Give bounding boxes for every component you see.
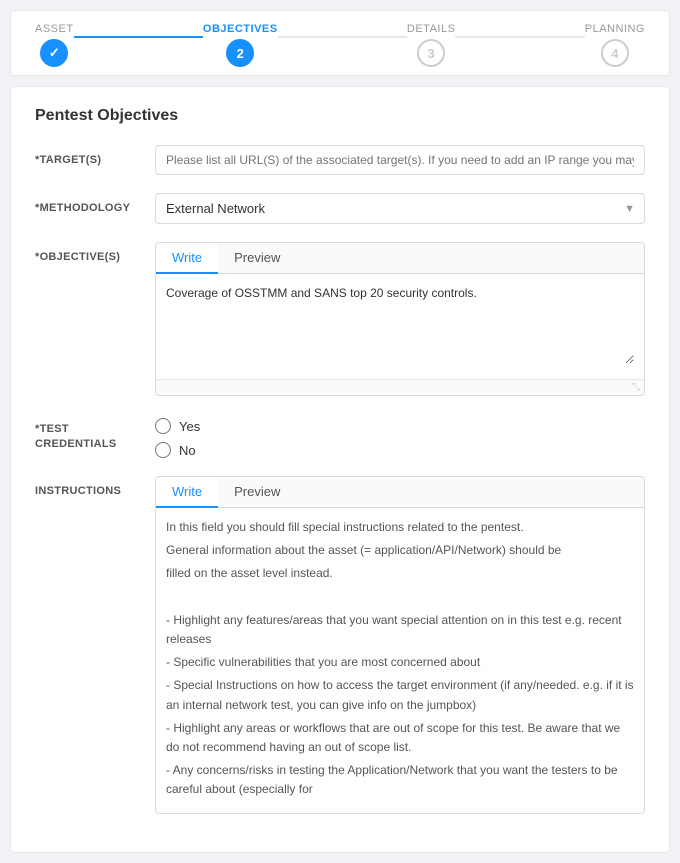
instructions-line-4: [166, 588, 634, 607]
methodology-select-wrapper: External Network Internal Network Web Ap…: [155, 193, 645, 224]
step-details[interactable]: Details 3: [407, 23, 456, 67]
objectives-textarea[interactable]: Coverage of OSSTMM and SANS top 20 secur…: [166, 284, 634, 364]
instructions-line-7: - Special Instructions on how to access …: [166, 676, 634, 714]
instructions-line-2: General information about the asset (= a…: [166, 541, 634, 560]
step-details-label: Details: [407, 23, 456, 35]
target-row: *TARGET(S): [35, 145, 645, 175]
step-planning-label: Planning: [585, 23, 645, 35]
instructions-label: INSTRUCTIONS: [35, 476, 155, 499]
step-details-circle: 3: [417, 39, 445, 67]
instructions-line-1: In this field you should fill special in…: [166, 518, 634, 537]
instructions-tabs: Write Preview In this field you should f…: [155, 476, 645, 814]
credentials-no-label[interactable]: No: [155, 442, 645, 458]
target-label: *TARGET(S): [35, 145, 155, 168]
step-objectives-label: Objectives: [203, 23, 278, 35]
instructions-row: INSTRUCTIONS Write Preview In this field…: [35, 476, 645, 814]
instructions-tabs-header: Write Preview: [156, 477, 644, 508]
credentials-yes-radio[interactable]: [155, 418, 171, 434]
instructions-line-3: filled on the asset level instead.: [166, 564, 634, 583]
step-objectives-circle: 2: [226, 39, 254, 67]
instructions-line-9: - Any concerns/risks in testing the Appl…: [166, 761, 634, 799]
methodology-field: External Network Internal Network Web Ap…: [155, 193, 645, 224]
methodology-row: *METHODOLOGY External Network Internal N…: [35, 193, 645, 224]
step-planning-circle: 4: [601, 39, 629, 67]
page-wrapper: Asset ✓ Objectives 2 Details 3 Planning …: [10, 10, 670, 853]
instructions-tab-preview[interactable]: Preview: [218, 477, 296, 508]
connector-1: [74, 36, 203, 38]
step-planning[interactable]: Planning 4: [585, 23, 645, 67]
objectives-tab-preview[interactable]: Preview: [218, 243, 296, 274]
resize-icon: ⤡: [632, 382, 640, 393]
instructions-line-8: - Highlight any areas or workflows that …: [166, 719, 634, 757]
credentials-no-radio[interactable]: [155, 442, 171, 458]
objectives-tabs-header: Write Preview: [156, 243, 644, 274]
instructions-line-6: - Specific vulnerabilities that you are …: [166, 653, 634, 672]
instructions-line-5: - Highlight any features/areas that you …: [166, 611, 634, 649]
step-asset-circle: ✓: [40, 39, 68, 67]
objectives-tabs: Write Preview Coverage of OSSTMM and SAN…: [155, 242, 645, 396]
card-title: Pentest Objectives: [35, 107, 645, 125]
target-input[interactable]: [155, 145, 645, 175]
credentials-row: *TEST CREDENTIALS Yes No: [35, 414, 645, 458]
objectives-tab-write[interactable]: Write: [156, 243, 218, 274]
instructions-tabs-content: In this field you should fill special in…: [156, 508, 644, 813]
credentials-no-text: No: [179, 443, 196, 458]
objectives-field: Write Preview Coverage of OSSTMM and SAN…: [155, 242, 645, 396]
main-card: Pentest Objectives *TARGET(S) *METHODOLO…: [10, 86, 670, 853]
step-asset-label: Asset: [35, 23, 74, 35]
credentials-radio-group: Yes No: [155, 414, 645, 458]
connector-2: [278, 36, 407, 38]
step-objectives[interactable]: Objectives 2: [203, 23, 278, 67]
instructions-field: Write Preview In this field you should f…: [155, 476, 645, 814]
credentials-label: *TEST CREDENTIALS: [35, 414, 155, 453]
step-asset[interactable]: Asset ✓: [35, 23, 74, 67]
instructions-tab-write[interactable]: Write: [156, 477, 218, 508]
objectives-tabs-content: Coverage of OSSTMM and SANS top 20 secur…: [156, 274, 644, 379]
stepper: Asset ✓ Objectives 2 Details 3 Planning …: [35, 23, 645, 67]
objectives-label: *OBJECTIVE(S): [35, 242, 155, 265]
credentials-yes-label[interactable]: Yes: [155, 418, 645, 434]
objectives-row: *OBJECTIVE(S) Write Preview Coverage of …: [35, 242, 645, 396]
connector-3: [455, 36, 584, 38]
credentials-field: Yes No: [155, 414, 645, 458]
objectives-resize-handle: ⤡: [156, 379, 644, 395]
methodology-label: *METHODOLOGY: [35, 193, 155, 216]
credentials-yes-text: Yes: [179, 419, 200, 434]
methodology-select[interactable]: External Network Internal Network Web Ap…: [155, 193, 645, 224]
target-field: [155, 145, 645, 175]
